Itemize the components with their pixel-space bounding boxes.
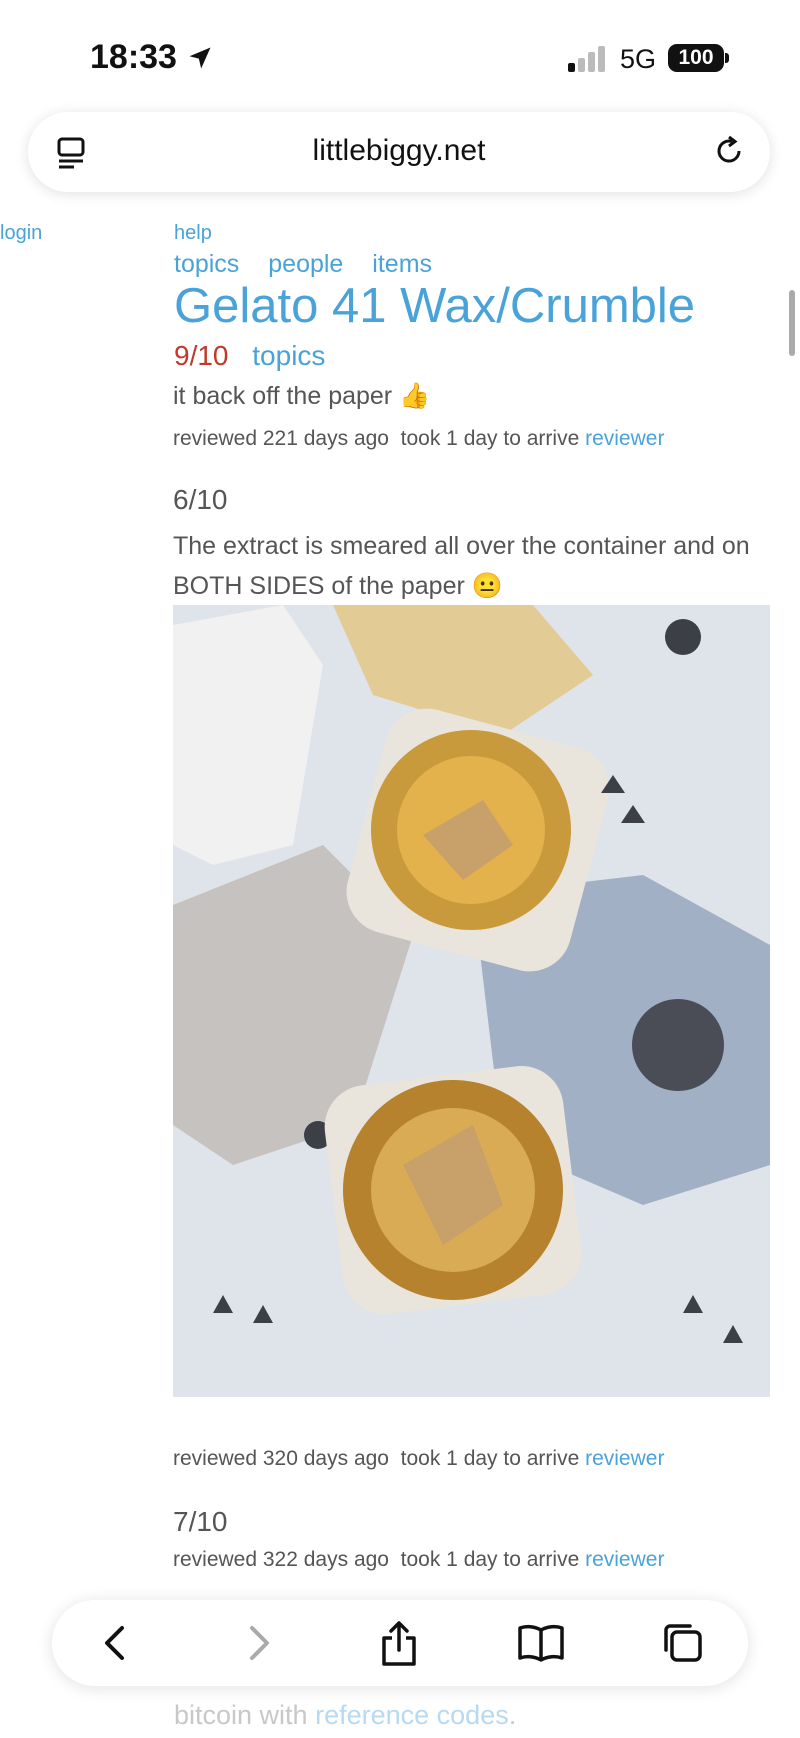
book-icon[interactable]	[516, 1618, 566, 1668]
share-icon[interactable]	[374, 1618, 424, 1668]
nav-topics[interactable]: topics	[174, 250, 239, 278]
review-photo-image	[173, 605, 770, 1397]
reviewer-link[interactable]: reviewer	[585, 1447, 664, 1470]
footer-suffix: .	[508, 1700, 517, 1730]
scrollbar-thumb[interactable]	[789, 290, 795, 356]
review-text: it back off the paper 👍	[173, 382, 431, 410]
tabs-icon[interactable]	[658, 1618, 708, 1668]
login-link[interactable]: login	[0, 222, 42, 245]
reviewer-link[interactable]: reviewer	[585, 1548, 664, 1571]
reviewer-link[interactable]: reviewer	[585, 427, 664, 450]
browser-toolbar	[52, 1600, 748, 1686]
review-meta: reviewed 320 days ago took 1 day to arri…	[173, 1447, 664, 1471]
review-meta: reviewed 322 days ago took 1 day to arri…	[173, 1548, 664, 1572]
item-rating: 9/10	[174, 340, 229, 371]
review-meta: reviewed 221 days ago took 1 day to arri…	[173, 427, 664, 451]
review-score: 6/10	[173, 484, 228, 515]
battery-nub	[725, 53, 729, 63]
url-text[interactable]: littlebiggy.net	[28, 134, 770, 168]
review-arrival: took 1 day to arrive	[400, 1447, 580, 1470]
status-bar: 18:33 5G 100	[0, 0, 800, 110]
network-type: 5G	[620, 44, 657, 74]
review-arrival: took 1 day to arrive	[400, 1548, 580, 1571]
chevron-right-icon[interactable]	[232, 1618, 282, 1668]
site-nav: topics people items	[174, 250, 454, 279]
chevron-left-icon[interactable]	[92, 1618, 142, 1668]
review-photo[interactable]	[173, 605, 770, 1397]
review-date: reviewed 221 days ago	[173, 427, 389, 450]
reload-icon[interactable]	[712, 134, 746, 168]
footer-prefix: bitcoin with	[174, 1700, 308, 1730]
reference-codes-link[interactable]: reference codes	[315, 1700, 509, 1730]
review-date: reviewed 320 days ago	[173, 1447, 389, 1470]
cellular-signal-icon	[568, 46, 605, 72]
battery-level: 100	[668, 44, 724, 72]
nav-people[interactable]: people	[268, 250, 343, 278]
location-arrow-icon	[189, 47, 211, 69]
review-score: 7/10	[173, 1506, 228, 1537]
review-arrival: took 1 day to arrive	[400, 427, 580, 450]
item-rating-row: 9/10 topics	[174, 340, 325, 372]
review-date: reviewed 322 days ago	[173, 1548, 389, 1571]
review-text: The extract is smeared all over the cont…	[173, 532, 750, 600]
clock: 18:33	[90, 38, 177, 76]
page-title[interactable]: Gelato 41 Wax/Crumble	[174, 278, 695, 334]
address-bar[interactable]: littlebiggy.net	[28, 112, 770, 192]
nav-items[interactable]: items	[372, 250, 432, 278]
help-link[interactable]: help	[174, 222, 212, 245]
topics-link[interactable]: topics	[252, 340, 325, 371]
